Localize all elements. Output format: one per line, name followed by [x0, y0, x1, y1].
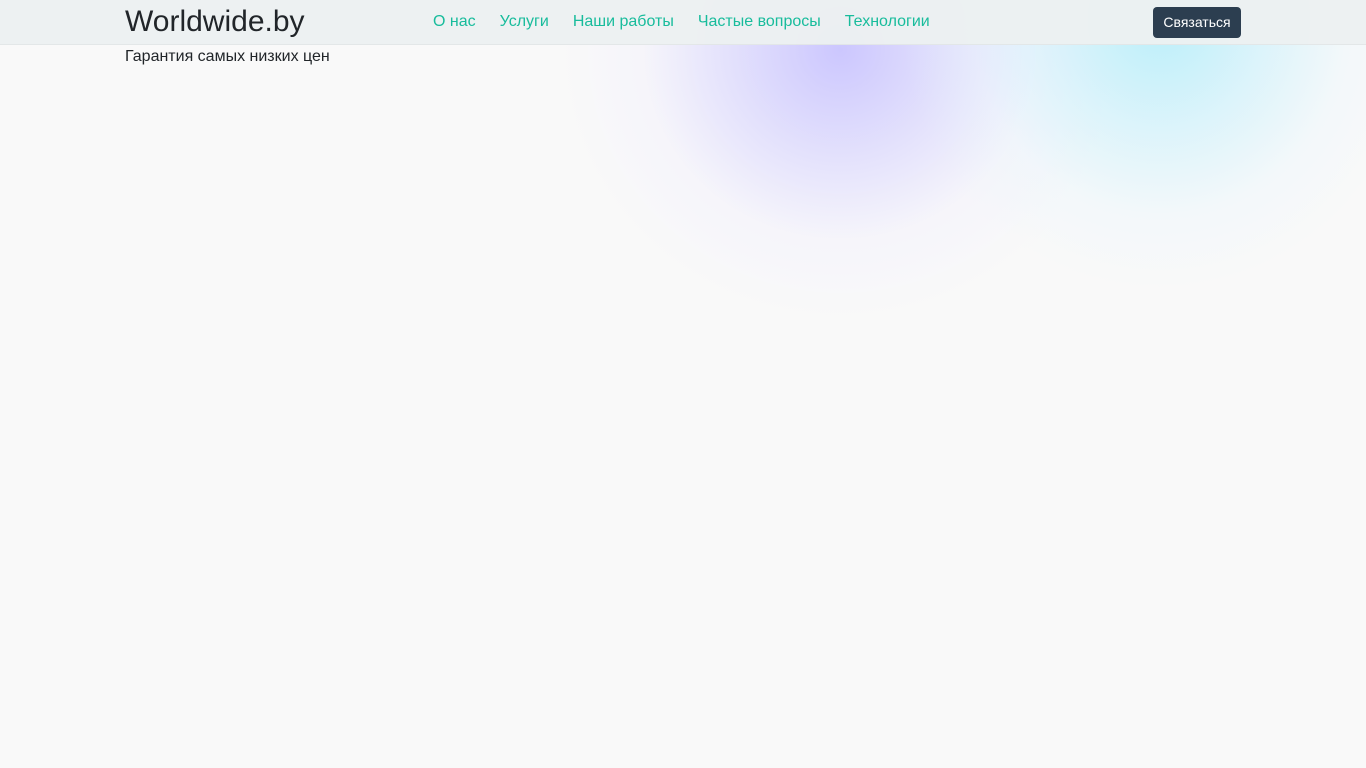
nav-link-faq[interactable]: Частые вопросы	[698, 12, 821, 32]
nav-link-technologies[interactable]: Технологии	[845, 12, 930, 32]
navbar: Worldwide.by О нас Услуги Наши работы Ча…	[0, 0, 1366, 45]
contact-button[interactable]: Связаться	[1153, 7, 1241, 38]
nav-link-services[interactable]: Услуги	[500, 12, 549, 32]
hero-tagline: Гарантия самых низких цен	[125, 48, 330, 65]
violet-glow-decoration	[560, 0, 1120, 320]
main-nav: О нас Услуги Наши работы Частые вопросы …	[433, 12, 930, 32]
page: Worldwide.by О нас Услуги Наши работы Ча…	[0, 0, 1366, 768]
brand-logo-link[interactable]: Worldwide.by	[125, 4, 305, 40]
nav-link-about[interactable]: О нас	[433, 12, 476, 32]
nav-link-portfolio[interactable]: Наши работы	[573, 12, 674, 32]
